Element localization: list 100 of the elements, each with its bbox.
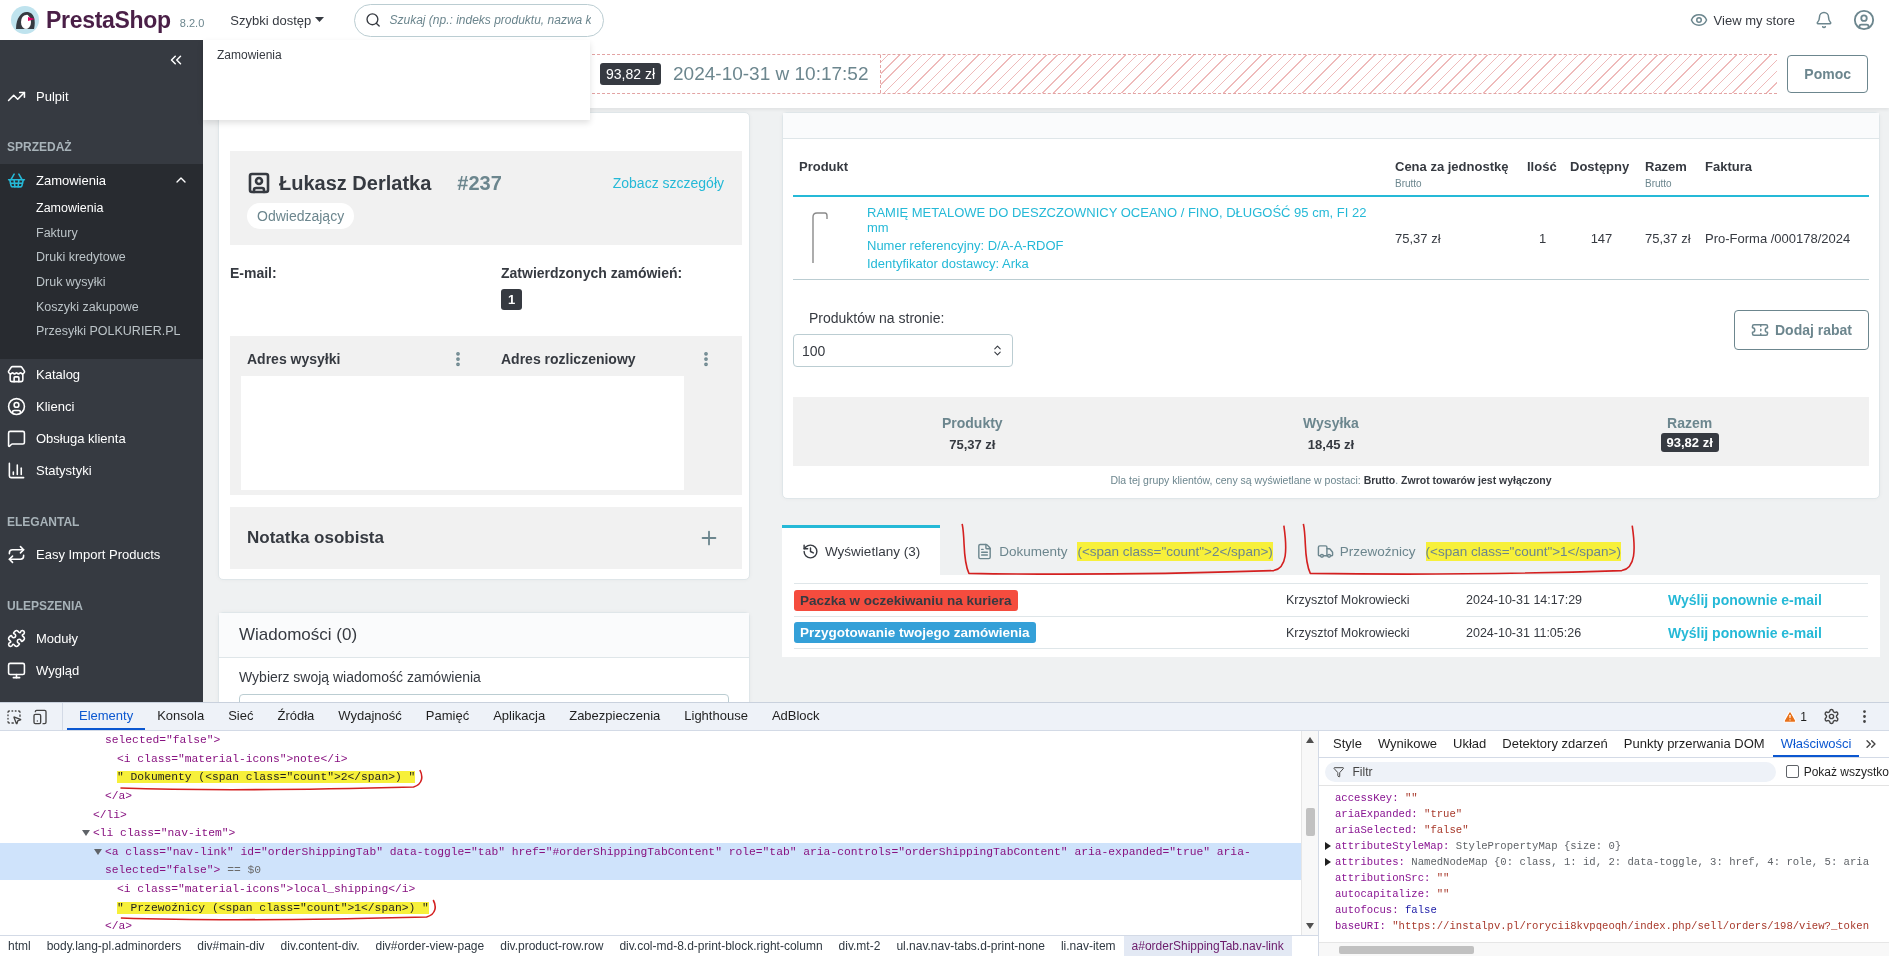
devtools-tab[interactable]: Style xyxy=(1325,731,1370,757)
eye-icon xyxy=(1689,11,1708,29)
devtools-tab[interactable]: Zabezpieczenia xyxy=(557,703,673,730)
product-thumbnail xyxy=(809,211,831,265)
property-line: ariaSelected: "false" xyxy=(1335,824,1469,836)
section-title: ELEGANTAL xyxy=(7,514,80,529)
sidebar-item[interactable]: Obsługa klienta xyxy=(0,422,203,455)
sidebar-item[interactable]: Moduły xyxy=(0,622,203,655)
scroll-thumb[interactable] xyxy=(1339,946,1474,954)
summary-value: 18,45 zł xyxy=(1307,437,1355,452)
sidebar-item[interactable]: Easy Import Products xyxy=(0,538,203,571)
sidebar-item[interactable]: Statystyki xyxy=(0,454,203,487)
expand-arrow-icon[interactable] xyxy=(1324,842,1332,850)
address-title: Adres rozliczeniowy xyxy=(501,351,636,367)
property-line: attributionSrc: "" xyxy=(1335,872,1450,884)
sidebar-subitem[interactable]: Druk wysyłki xyxy=(0,269,203,295)
devtools-tab[interactable]: Źródła xyxy=(265,703,327,730)
store-icon xyxy=(7,365,26,385)
breadcrumb[interactable]: a#orderShippingTab.nav-link xyxy=(1123,936,1292,956)
breadcrumb[interactable]: div.col-md-8.d-print-block.right-column xyxy=(611,936,831,956)
devtools-tab[interactable]: Wydajność xyxy=(326,703,414,730)
filter-field[interactable]: Filtr xyxy=(1325,761,1776,782)
sidebar-item[interactable]: Pulpit xyxy=(0,80,203,112)
devtools-tab[interactable]: Detektory zdarzeń xyxy=(1494,731,1616,757)
field-label: Wybierz swoją wiadomość zamówienia xyxy=(239,669,481,685)
property-line: attributes: NamedNodeMap {0: class, 1: id, 2: data-toggle, 3: href, 4: role, 5: aria xyxy=(1335,856,1870,868)
devtools-tab[interactable]: Sieć xyxy=(216,703,266,730)
address-title: Adres wysyłki xyxy=(247,351,341,367)
table-cell-text: 75,37 zł xyxy=(1644,230,1692,246)
code-line: <a class="nav-link" id="orderShippingTab" data-toggle="tab" href="#orderShippingTabContent" role="tab" aria-controls="orderShippingTabContent" aria-expanded="true" aria- xyxy=(105,845,1251,858)
code-line: <li class="nav-item"> xyxy=(93,827,236,840)
sidebar-item[interactable]: Zamowienia xyxy=(0,164,203,196)
history-icon xyxy=(802,543,819,560)
breadcrumb[interactable]: div#order-view-page xyxy=(367,936,493,956)
column-header: Faktura xyxy=(1705,159,1753,174)
search-input[interactable]: Szukaj (np.: indeks produktu, nazwa k xyxy=(387,12,594,28)
view-store-link[interactable]: View my store xyxy=(1689,11,1795,29)
column-header: Dostępny xyxy=(1570,159,1631,174)
devtools-tab[interactable]: Elementy xyxy=(67,703,146,730)
discount-button[interactable]: Dodaj rabat xyxy=(1734,310,1869,350)
sidebar-subitem[interactable]: Przesyłki POLKURIER.PL xyxy=(0,318,203,344)
per-page-select[interactable]: 100 xyxy=(793,334,1013,367)
devtools-tab[interactable]: Lighthouse xyxy=(672,703,760,730)
bar-chart-icon xyxy=(7,461,26,481)
breadcrumb[interactable]: html xyxy=(0,936,39,956)
warning-icon xyxy=(1783,709,1798,724)
quick-access-button[interactable]: Szybki dostęp xyxy=(230,10,325,30)
sidebar-item[interactable]: Klienci xyxy=(0,390,203,423)
show-all-checkbox[interactable]: Pokaż wszystko xyxy=(1785,764,1889,779)
breadcrumb[interactable]: div.content-div. xyxy=(272,936,368,956)
sidebar-subitem[interactable]: Zamowienia xyxy=(0,196,203,221)
code-line: <i class="material-icons">note</i> xyxy=(117,752,348,765)
devtools-tab[interactable]: Układ xyxy=(1445,731,1495,757)
sidebar-subitem[interactable]: Koszyki zakupowe xyxy=(0,294,203,319)
customer-number: #237 xyxy=(457,171,502,195)
settings-icon[interactable] xyxy=(1823,708,1840,725)
device-toolbar-icon[interactable] xyxy=(32,708,48,725)
breadcrumb[interactable]: div.mt-2 xyxy=(830,936,889,956)
account-icon[interactable] xyxy=(1853,9,1875,31)
notification-icon[interactable] xyxy=(1815,11,1833,29)
devtools-tab[interactable]: Aplikacja xyxy=(481,703,558,730)
breadcrumb[interactable]: body.lang-pl.adminorders xyxy=(38,936,190,956)
filter-input[interactable]: Filtr xyxy=(1350,763,1768,780)
table-cell-text: Pro-Forma /000178/2024 xyxy=(1704,230,1852,246)
scrollbar[interactable] xyxy=(1301,731,1318,935)
summary-label: Produkty xyxy=(942,415,1003,431)
expand-arrow-icon[interactable] xyxy=(1324,858,1332,866)
devtools-tab[interactable]: Konsola xyxy=(145,703,217,730)
property-line: autocapitalize: "" xyxy=(1335,888,1450,900)
menu-item[interactable]: Zamowienia xyxy=(217,48,282,62)
sidebar-item[interactable]: Katalog xyxy=(0,358,203,391)
summary-label: Wysyłka xyxy=(1303,415,1359,431)
sidebar-subitem[interactable]: Faktury xyxy=(0,220,203,246)
inspect-icon[interactable] xyxy=(6,708,22,725)
tab[interactable]: Wyświetlany (3) xyxy=(782,525,941,575)
help-button[interactable]: Pomoc xyxy=(1787,55,1868,93)
devtools-tab[interactable]: Właściwości xyxy=(1772,731,1860,757)
property-line: attributeStyleMap: StylePropertyMap {size: 0} xyxy=(1335,840,1622,852)
code-line: selected="false"> xyxy=(105,864,221,877)
sidebar-subitem[interactable]: Druki kredytowe xyxy=(0,245,203,270)
breadcrumb[interactable]: div.product-row.row xyxy=(492,936,612,956)
table-cell-text: 147 xyxy=(1589,230,1614,246)
scroll-thumb[interactable] xyxy=(1306,808,1315,836)
sidebar-item[interactable]: Wygląd xyxy=(0,654,203,687)
devtools-tab[interactable]: Pamięć xyxy=(413,703,482,730)
expand-arrow-icon[interactable] xyxy=(82,829,90,838)
tab[interactable]: Przewoźnicy (<span class="count">1</span>) xyxy=(1302,525,1635,575)
card-title: Wiadomości (0) xyxy=(239,625,358,644)
tab[interactable]: Dokumenty (<span class="count">2</span>) xyxy=(962,525,1287,575)
devtools-tab[interactable]: Wynikowe xyxy=(1369,731,1446,757)
devtools-tab[interactable]: Punkty przerwania DOM xyxy=(1615,731,1773,757)
breadcrumb[interactable]: li.nav-item xyxy=(1052,936,1124,956)
breadcrumb[interactable]: ul.nav.nav-tabs.d-print-none xyxy=(888,936,1053,956)
orders-label: Zatwierdzonych zamówień: xyxy=(501,265,683,281)
column-subheader: Brutto xyxy=(1395,178,1423,189)
breadcrumb[interactable]: div#main-div xyxy=(189,936,273,956)
scrollbar[interactable] xyxy=(1319,942,1889,956)
node-reference: == $0 xyxy=(227,864,262,877)
warning-count[interactable]: 1 xyxy=(1783,709,1807,724)
devtools-tab[interactable]: AdBlock xyxy=(759,703,832,730)
